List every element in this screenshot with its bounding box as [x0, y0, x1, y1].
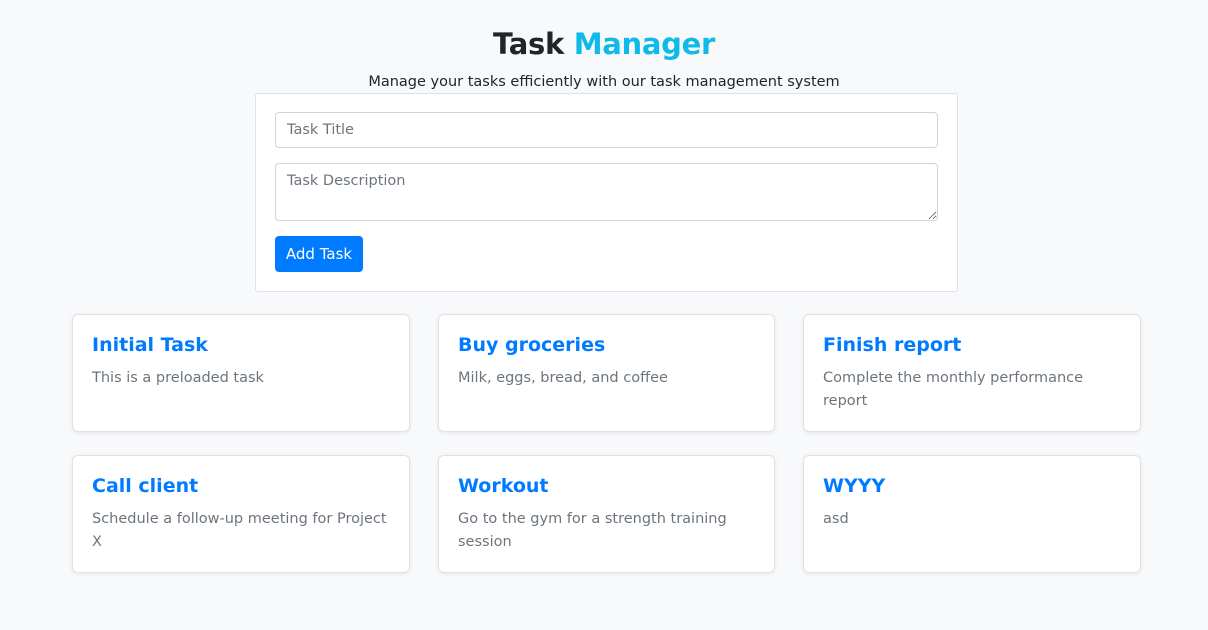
task-title-input[interactable]: [275, 112, 938, 148]
task-card: WYYY asd: [803, 455, 1141, 573]
page-title-accent: Manager: [573, 27, 716, 61]
task-title: Finish report: [823, 334, 962, 356]
page-title-main: Task: [492, 27, 564, 61]
task-title: Call client: [92, 475, 199, 497]
task-description: asd: [823, 511, 849, 527]
task-title: WYYY: [823, 475, 886, 497]
task-description: Complete the monthly performance report: [823, 370, 1084, 409]
add-task-button[interactable]: Add Task: [275, 236, 363, 272]
task-card: Initial Task This is a preloaded task: [72, 314, 410, 432]
page-subtitle: Manage your tasks efficiently with our t…: [368, 74, 840, 90]
task-title: Buy groceries: [458, 334, 606, 356]
task-description: Schedule a follow-up meeting for Project…: [92, 511, 387, 550]
task-description: This is a preloaded task: [92, 370, 264, 386]
task-list: Initial Task This is a preloaded task Bu…: [72, 314, 1141, 573]
task-card: Buy groceries Milk, eggs, bread, and cof…: [438, 314, 775, 432]
task-description: Milk, eggs, bread, and coffee: [458, 370, 668, 386]
task-form: Add Task: [255, 93, 958, 292]
task-card: Workout Go to the gym for a strength tra…: [438, 455, 775, 573]
task-title: Initial Task: [92, 334, 208, 356]
task-description: Go to the gym for a strength training se…: [458, 511, 727, 550]
task-card: Finish report Complete the monthly perfo…: [803, 314, 1141, 432]
task-title: Workout: [458, 475, 549, 497]
page-title: Task Manager: [0, 24, 1208, 64]
task-description-input[interactable]: [275, 163, 938, 221]
task-card: Call client Schedule a follow-up meeting…: [72, 455, 410, 573]
